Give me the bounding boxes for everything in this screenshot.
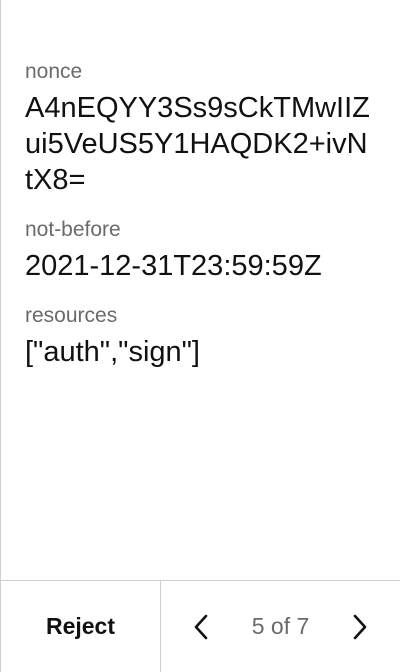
pagination: 5 of 7 [161, 581, 400, 672]
field-value: A4nEQYY3Ss9sCkTMwIIZui5VeUS5Y1HAQDK2+ivN… [25, 92, 370, 196]
field-value: ["auth","sign"] [25, 336, 200, 368]
next-button[interactable] [346, 607, 374, 647]
chevron-left-icon [193, 614, 209, 640]
previous-button[interactable] [187, 607, 215, 647]
field-nonce: nonce A4nEQYY3Ss9sCkTMwIIZui5VeUS5Y1HAQD… [25, 58, 376, 198]
chevron-right-icon [352, 614, 368, 640]
field-label: resources [25, 304, 118, 327]
signing-request-screen: nonce A4nEQYY3Ss9sCkTMwIIZui5VeUS5Y1HAQD… [0, 0, 400, 672]
reject-button[interactable]: Reject [1, 581, 161, 672]
request-details: nonce A4nEQYY3Ss9sCkTMwIIZui5VeUS5Y1HAQD… [1, 0, 400, 580]
field-resources: resources ["auth","sign"] [25, 302, 376, 370]
page-indicator: 5 of 7 [251, 613, 310, 639]
field-value: 2021-12-31T23:59:59Z [25, 250, 322, 282]
field-not-before: not-before 2021-12-31T23:59:59Z [25, 216, 376, 284]
field-label: not-before [25, 218, 121, 241]
footer-bar: Reject 5 of 7 [1, 580, 400, 672]
field-label: nonce [25, 60, 83, 83]
